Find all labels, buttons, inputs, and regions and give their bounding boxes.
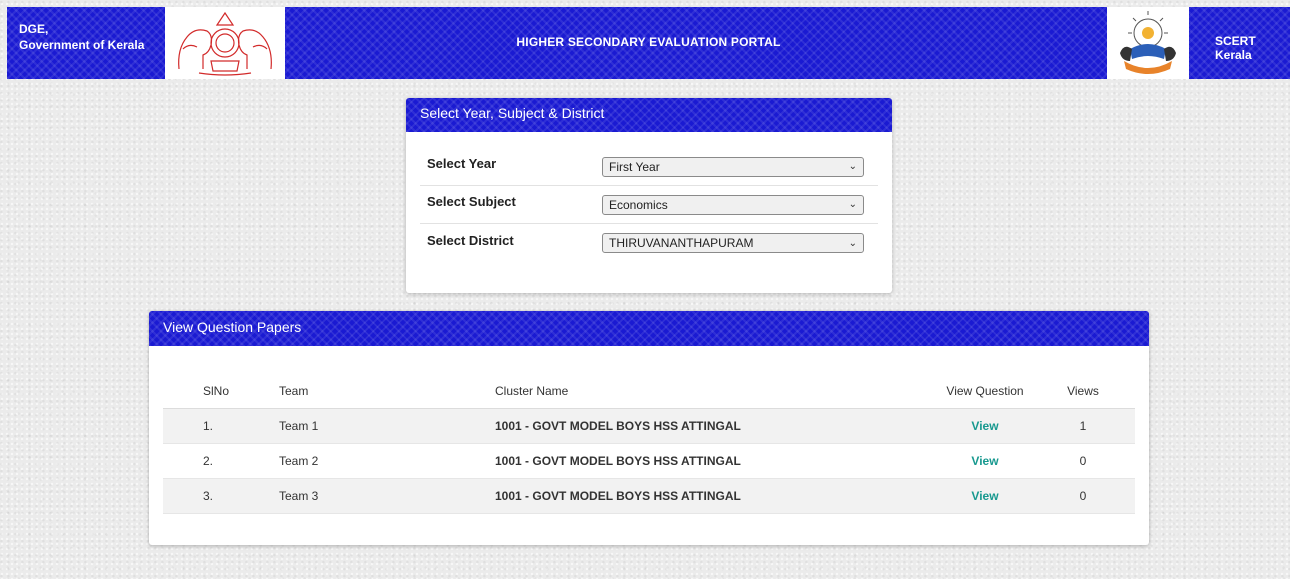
district-label: Select District <box>427 232 514 248</box>
chevron-down-icon: ⌄ <box>848 199 857 210</box>
selection-card-title: Select Year, Subject & District <box>406 98 892 132</box>
table-header-row: SlNo Team Cluster Name View Question Vie… <box>163 374 1135 409</box>
row-team: Team 1 <box>279 418 319 433</box>
row-cluster: 1001 - GOVT MODEL BOYS HSS ATTINGAL <box>495 488 741 503</box>
year-label: Select Year <box>427 156 497 171</box>
view-question-link[interactable]: View <box>971 454 998 468</box>
question-papers-card: View Question Papers SlNo Team Cluster N… <box>149 311 1149 545</box>
district-select[interactable]: THIRUVANANTHAPURAM ⌄ <box>602 233 864 253</box>
row-slno: 2. <box>203 453 214 468</box>
district-row: Select District THIRUVANANTHAPURAM ⌄ <box>420 224 878 262</box>
row-team: Team 3 <box>279 488 319 503</box>
table-row: 3. Team 3 1001 - GOVT MODEL BOYS HSS ATT… <box>163 478 1135 513</box>
selection-card: Select Year, Subject & District Select Y… <box>406 98 892 293</box>
site-header: DGE, Government of Kerala HIGHER SECONDA… <box>7 7 1290 79</box>
view-question-link[interactable]: View <box>971 489 998 503</box>
col-header-team: Team <box>279 374 495 409</box>
col-header-slno: SlNo <box>163 374 279 409</box>
subject-row: Select Subject Economics ⌄ <box>420 186 878 224</box>
col-header-cluster: Cluster Name <box>495 374 909 409</box>
table-row: 1. Team 1 1001 - GOVT MODEL BOYS HSS ATT… <box>163 408 1135 443</box>
portal-title: HIGHER SECONDARY EVALUATION PORTAL <box>516 35 781 49</box>
question-papers-title: View Question Papers <box>149 311 1149 346</box>
view-question-link[interactable]: View <box>971 419 998 433</box>
question-papers-table: SlNo Team Cluster Name View Question Vie… <box>163 374 1135 514</box>
row-views: 0 <box>1079 488 1087 503</box>
col-header-views: Views <box>1061 374 1135 409</box>
col-header-view-question: View Question <box>909 374 1061 409</box>
row-slno: 3. <box>203 488 214 503</box>
year-select[interactable]: First Year ⌄ <box>602 156 864 177</box>
year-row: Select Year First Year ⌄ <box>420 148 878 186</box>
row-cluster: 1001 - GOVT MODEL BOYS HSS ATTINGAL <box>495 453 741 468</box>
right-org-name: SCERT Kerala <box>1215 34 1256 62</box>
chevron-down-icon: ⌄ <box>848 161 857 172</box>
year-select-value: First Year <box>609 159 660 174</box>
scert-kerala-logo-icon <box>1107 7 1189 79</box>
row-team: Team 2 <box>279 453 319 468</box>
row-cluster: 1001 - GOVT MODEL BOYS HSS ATTINGAL <box>495 418 741 433</box>
row-slno: 1. <box>203 418 214 433</box>
chevron-down-icon: ⌄ <box>848 237 857 249</box>
row-views: 1 <box>1079 418 1087 433</box>
subject-select[interactable]: Economics ⌄ <box>602 194 864 215</box>
subject-select-value: Economics <box>609 197 668 212</box>
table-row: 2. Team 2 1001 - GOVT MODEL BOYS HSS ATT… <box>163 443 1135 478</box>
district-select-value: THIRUVANANTHAPURAM <box>609 236 754 250</box>
row-views: 0 <box>1079 453 1087 468</box>
subject-label: Select Subject <box>427 194 516 209</box>
